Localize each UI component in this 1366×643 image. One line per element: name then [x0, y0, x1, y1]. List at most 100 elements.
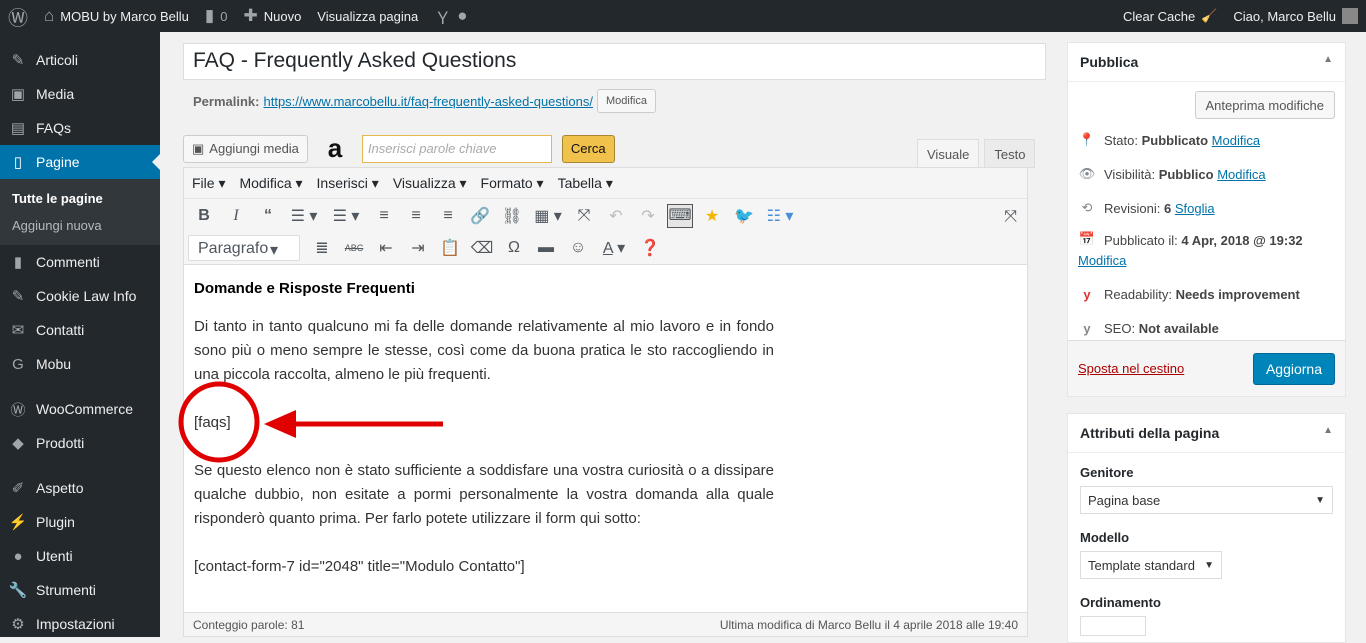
- sidebar-item-utenti[interactable]: ● Utenti: [0, 539, 160, 573]
- search-button[interactable]: Cerca: [561, 134, 615, 163]
- redo-icon[interactable]: ↷: [632, 206, 664, 226]
- bold-icon[interactable]: B: [188, 207, 220, 225]
- text-color-icon[interactable]: A ▾: [594, 238, 634, 258]
- menu-modifica[interactable]: Modifica ▾: [239, 175, 302, 192]
- label: FAQs: [36, 120, 72, 136]
- keyword-input[interactable]: Inserisci parole chiave: [361, 134, 552, 163]
- sidebar-item-pagine[interactable]: ▯ Pagine: [0, 145, 160, 179]
- bullet-list-icon[interactable]: ☰ ▾: [284, 206, 324, 226]
- parent-select[interactable]: Pagina base ▼: [1080, 486, 1333, 514]
- title-input[interactable]: FAQ - Frequently Asked Questions: [183, 43, 1046, 80]
- mobu-icon: G: [12, 355, 24, 373]
- help-icon[interactable]: ❓: [634, 238, 666, 258]
- new-button[interactable]: ✚ Nuovo: [235, 0, 309, 32]
- comments-link[interactable]: ▮ 0: [197, 0, 236, 32]
- list-plugin-icon[interactable]: ☷ ▾: [760, 206, 800, 226]
- sidebar-item-aspetto[interactable]: ✐ Aspetto: [0, 471, 160, 505]
- justify-icon[interactable]: ≣: [306, 238, 338, 258]
- publish-box: Pubblica ▲ Anteprima modifiche 📍 Stato: Pu…: [1067, 42, 1346, 397]
- sidebar-item-articoli[interactable]: ✎ Articoli: [0, 43, 160, 77]
- unlink-icon[interactable]: ⛓: [496, 206, 528, 226]
- tab-visual[interactable]: Visuale: [917, 139, 980, 168]
- blockquote-icon[interactable]: “: [252, 207, 284, 225]
- align-right-icon[interactable]: ≡: [432, 207, 464, 225]
- template-select[interactable]: Template standard ▼: [1080, 551, 1222, 579]
- permalink-row: Permalink: https://www.marcobellu.it/faq…: [193, 89, 656, 113]
- emoji-icon[interactable]: ☺: [562, 239, 594, 257]
- strikethrough-icon[interactable]: ABC: [338, 243, 370, 253]
- undo-icon[interactable]: ↶: [600, 206, 632, 226]
- star-icon[interactable]: ★: [696, 206, 728, 226]
- add-media-button[interactable]: ▣ Aggiungi media: [183, 134, 308, 163]
- browse-revisions-link[interactable]: Sfoglia: [1175, 201, 1215, 216]
- view-page-link[interactable]: Visualizza pagina: [309, 0, 426, 32]
- sidebar-item-prodotti[interactable]: ◆ Prodotti: [0, 426, 160, 460]
- menu-inserisci[interactable]: Inserisci ▾: [317, 175, 379, 192]
- preview-button[interactable]: Anteprima modifiche: [1194, 91, 1335, 119]
- format-select[interactable]: Paragrafo ▾: [188, 235, 300, 261]
- comment-icon: ▮: [204, 6, 215, 25]
- menu-file[interactable]: File ▾: [192, 175, 225, 192]
- align-center-icon[interactable]: ≡: [400, 207, 432, 225]
- permalink-link[interactable]: https://www.marcobellu.it/faq-frequently…: [263, 94, 593, 109]
- sidebar-item-woocommerce[interactable]: Ⓦ WooCommerce: [0, 392, 160, 426]
- update-button[interactable]: Aggiorna: [1252, 352, 1335, 385]
- tab-text[interactable]: Testo: [984, 139, 1036, 168]
- trash-link[interactable]: Sposta nel cestino: [1078, 361, 1184, 376]
- special-character-icon[interactable]: Ω: [498, 239, 530, 257]
- permalink-label: Permalink:: [193, 93, 260, 109]
- toolbar-toggle-icon[interactable]: ⌨: [667, 204, 693, 228]
- numbered-list-icon[interactable]: ☰ ▾: [324, 206, 368, 226]
- order-input[interactable]: [1080, 616, 1146, 636]
- clear-formatting-icon[interactable]: ⌫: [466, 238, 498, 258]
- collapse-icon[interactable]: ▲: [1323, 425, 1333, 441]
- indent-icon[interactable]: ⇥: [402, 238, 434, 258]
- yoast-icon[interactable]: Ｙ ●: [426, 0, 475, 32]
- plus-icon: ✚: [243, 6, 258, 25]
- mail-icon: ✉: [11, 322, 25, 339]
- sidebar-item-contatti[interactable]: ✉ Contatti: [0, 313, 160, 347]
- sidebar-item-media[interactable]: ▣ Media: [0, 77, 160, 111]
- more-tag-icon[interactable]: ▬: [530, 239, 562, 257]
- distraction-free-icon[interactable]: ⤧: [1004, 208, 1017, 226]
- edit-permalink-button[interactable]: Modifica: [596, 89, 656, 113]
- edit-status-link[interactable]: Modifica: [1212, 133, 1260, 148]
- menu-tabella[interactable]: Tabella ▾: [558, 175, 613, 192]
- amazon-icon[interactable]: a: [318, 133, 352, 164]
- sidebar-item-impostazioni[interactable]: ⚙ Impostazioni: [0, 607, 160, 641]
- sidebar-sub-add-new[interactable]: Aggiungi nuova: [0, 212, 160, 239]
- collapse-icon[interactable]: ▲: [1323, 54, 1333, 70]
- sidebar-item-mobu[interactable]: G Mobu: [0, 347, 160, 381]
- template-label: Modello: [1080, 530, 1130, 545]
- table-icon[interactable]: ▦ ▾: [528, 206, 568, 226]
- sidebar-item-commenti[interactable]: ▮ Commenti: [0, 245, 160, 279]
- revisions-count: 6: [1163, 200, 1172, 216]
- editor-footer: Conteggio parole: 81 Ultima modifica di …: [184, 612, 1027, 636]
- clear-cache-button[interactable]: Clear Cache 🧹: [1115, 0, 1225, 32]
- sidebar-item-faqs[interactable]: ▤ FAQs: [0, 111, 160, 145]
- sidebar-item-cookie-law-info[interactable]: ✎ Cookie Law Info: [0, 279, 160, 313]
- order-label: Ordinamento: [1080, 595, 1161, 610]
- twitter-icon[interactable]: 🐦: [728, 206, 760, 226]
- admin-bar: Ⓦ ⌂ MOBU by Marco Bellu ▮ 0 ✚ Nuovo Visuali…: [0, 0, 1366, 32]
- sidebar-item-strumenti[interactable]: 🔧 Strumenti: [0, 573, 160, 607]
- menu-formato[interactable]: Formato ▾: [481, 175, 544, 192]
- paste-text-icon[interactable]: 📋: [434, 238, 466, 258]
- italic-icon[interactable]: I: [220, 207, 252, 225]
- edit-date-link[interactable]: Modifica: [1078, 253, 1126, 268]
- edit-visibility-link[interactable]: Modifica: [1217, 167, 1265, 182]
- sidebar-sub-all-pages[interactable]: Tutte le pagine: [0, 185, 160, 212]
- brush-icon: ✐: [11, 480, 25, 497]
- editor-content[interactable]: Domande e Risposte Frequenti Di tanto in…: [184, 265, 784, 615]
- account-menu[interactable]: Ciao, Marco Bellu: [1225, 0, 1366, 32]
- outdent-icon[interactable]: ⇤: [370, 238, 402, 258]
- fullscreen-icon[interactable]: ⤧: [568, 207, 600, 225]
- parent-label: Genitore: [1080, 465, 1134, 480]
- align-left-icon[interactable]: ≡: [368, 207, 400, 225]
- label: Plugin: [36, 514, 75, 530]
- site-link[interactable]: ⌂ MOBU by Marco Bellu: [36, 0, 197, 32]
- wordpress-logo-icon[interactable]: Ⓦ: [0, 0, 36, 32]
- sidebar-item-plugin[interactable]: ⚡ Plugin: [0, 505, 160, 539]
- menu-visualizza[interactable]: Visualizza ▾: [393, 175, 467, 192]
- link-icon[interactable]: 🔗: [464, 206, 496, 226]
